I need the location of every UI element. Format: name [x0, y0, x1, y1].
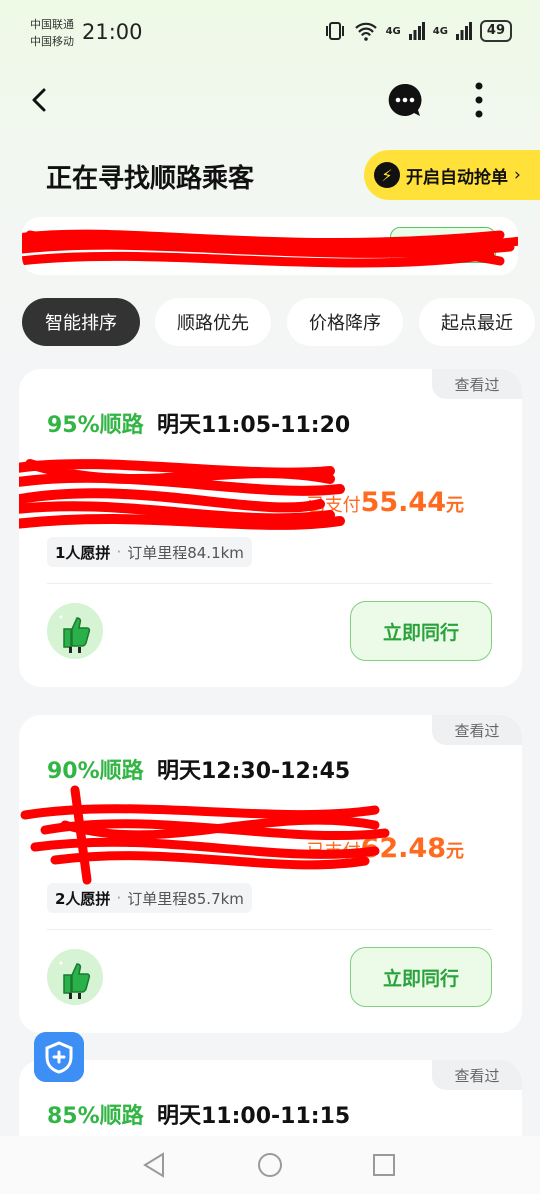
card-divider [47, 929, 492, 930]
signal-2-label: 4G [432, 25, 448, 37]
sort-chip-label: 顺路优先 [177, 313, 249, 334]
sort-chip-label: 起点最近 [441, 313, 513, 334]
vibrate-icon [325, 22, 344, 40]
safety-shield-icon[interactable] [34, 1032, 84, 1082]
signal-2-icon [455, 22, 472, 40]
back-button[interactable] [26, 84, 54, 116]
auto-grab-label: 开启自动抢单 [406, 167, 508, 188]
message-icon[interactable] [386, 81, 424, 119]
sort-chip-nearest[interactable]: 起点最近 [419, 298, 535, 346]
join-trip-button[interactable]: 立即同行 [350, 947, 492, 1007]
viewed-badge: 查看过 [432, 1060, 522, 1090]
lightning-icon: ⚡ [374, 162, 400, 188]
battery-indicator: 49 [479, 20, 512, 42]
redaction-scribble [19, 459, 345, 530]
signal-1-label: 4G [385, 25, 401, 37]
price-unit: 元 [446, 495, 464, 516]
price-unit: 元 [446, 841, 464, 862]
nav-recents-icon[interactable] [367, 1148, 401, 1182]
carrier-1: 中国联通 [30, 18, 74, 31]
order-card[interactable]: 查看过 85%顺路 明天11:00-11:15 [19, 1060, 522, 1136]
sort-chip-route[interactable]: 顺路优先 [155, 298, 271, 346]
order-card[interactable]: 查看过 95%顺路 明天11:05-11:20 已支付55.44元 1人愿拼 · 订… [19, 369, 522, 687]
nav-back-icon[interactable] [137, 1148, 171, 1182]
sort-chip-label: 智能排序 [45, 313, 117, 334]
system-nav-bar [0, 1136, 540, 1194]
order-info-tag: 2人愿拼 · 订单里程85.7km [47, 883, 252, 913]
sort-chip-smart[interactable]: 智能排序 [22, 298, 140, 346]
status-icons: 4G 4G 49 [324, 20, 512, 42]
join-trip-button[interactable]: 立即同行 [350, 601, 492, 661]
card-divider [47, 583, 492, 584]
signal-1-icon [408, 22, 425, 40]
route-match: 95%顺路 [47, 413, 144, 438]
route-filter-bar[interactable] [22, 217, 518, 275]
clock: 21:00 [82, 20, 143, 44]
route-match: 90%顺路 [47, 759, 144, 784]
chevron-right-icon: › [514, 165, 521, 185]
nav-home-icon[interactable] [253, 1148, 287, 1182]
order-info-tag: 1人愿拼 · 订单里程84.1km [47, 537, 252, 567]
sort-chip-label: 价格降序 [309, 313, 381, 334]
seat-count: 2人愿拼 [55, 889, 111, 908]
pickup-time: 明天12:30-12:45 [157, 759, 351, 784]
status-bar: 中国联通 中国移动 21:00 4G 4G 49 [0, 0, 540, 68]
route-match: 85%顺路 [47, 1104, 144, 1129]
redaction-scribble [22, 229, 518, 268]
carrier-2: 中国移动 [30, 35, 74, 48]
order-distance: 订单里程85.7km [127, 889, 244, 908]
price-value: 55.44 [360, 487, 446, 518]
more-options-icon[interactable] [468, 80, 490, 120]
auto-grab-button[interactable]: ⚡ 开启自动抢单 › [364, 150, 540, 200]
sort-chip-price[interactable]: 价格降序 [287, 298, 403, 346]
order-card[interactable]: 查看过 90%顺路 明天12:30-12:45 已支付62.48元 2人愿拼 · 订… [19, 715, 522, 1033]
wifi-icon [354, 22, 377, 41]
pickup-time: 明天11:00-11:15 [157, 1104, 351, 1129]
viewed-badge: 查看过 [432, 369, 522, 399]
redaction-scribble [20, 785, 390, 885]
seat-count: 1人愿拼 [55, 543, 111, 562]
page-title: 正在寻找顺路乘客 [46, 164, 255, 194]
pickup-time: 明天11:05-11:20 [157, 413, 351, 438]
order-distance: 订单里程84.1km [127, 543, 244, 562]
thumbs-up-icon [47, 949, 103, 1005]
viewed-badge: 查看过 [432, 715, 522, 745]
thumbs-up-icon [47, 603, 103, 659]
